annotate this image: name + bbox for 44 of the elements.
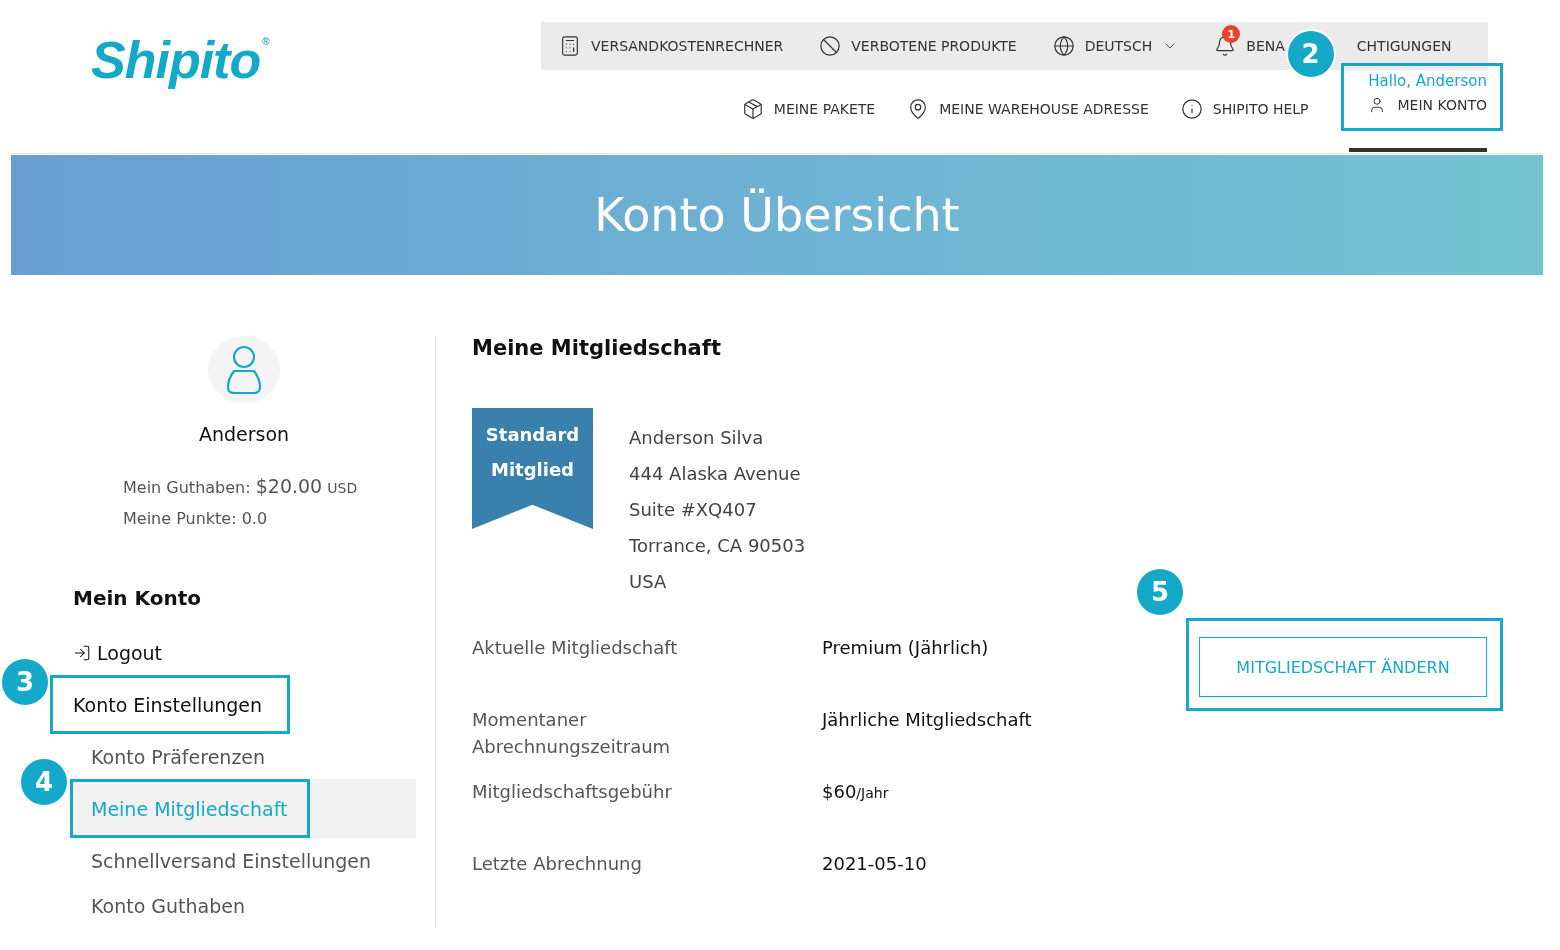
page-title: Konto Übersicht: [594, 188, 960, 242]
menu-item[interactable]: Logout: [50, 630, 163, 675]
address-line: Suite #XQ407: [629, 498, 758, 522]
address-line: Anderson Silva: [629, 426, 765, 450]
info-value: $60/Jahr: [822, 780, 890, 804]
notifications-link[interactable]: CHTIGUNGEN: [1356, 38, 1452, 54]
nav-link[interactable]: VERSANDKOSTENRECHNER: [559, 35, 784, 57]
globe-icon: [1052, 35, 1075, 57]
user-icon: [226, 344, 262, 395]
menu-item[interactable]: Konto Präferenzen: [70, 734, 266, 779]
section-heading: Meine Mitgliedschaft: [472, 336, 722, 360]
address-line: USA: [629, 570, 668, 594]
notifications-link[interactable]: BENA: [1246, 38, 1285, 54]
info-value: 2021-05-10: [822, 852, 928, 876]
calculator-icon: [559, 35, 581, 57]
menu-item[interactable]: Konto Guthaben: [70, 883, 245, 928]
callout-badge: 3: [0, 657, 50, 707]
points-text: Meine Punkte: 0.0: [123, 509, 269, 528]
info-value: Premium (Jährlich): [822, 636, 990, 660]
prohibited-icon: [819, 35, 842, 57]
info-icon: [1180, 98, 1203, 120]
callout-badge: 5: [1135, 567, 1185, 617]
info-label: Aktuelle Mitgliedschaft: [472, 636, 679, 660]
nav-link[interactable]: VERBOTENE PRODUKTE: [819, 35, 1017, 57]
logout-icon: [73, 643, 91, 662]
nav-link[interactable]: MEINE WAREHOUSE ADRESSE: [907, 98, 1149, 120]
menu-item[interactable]: Konto Einstellungen: [50, 675, 416, 734]
callout-badge: 4: [19, 757, 69, 807]
info-label: Letzte Abrechnung: [472, 852, 643, 876]
info-label: Mitgliedschaftsgebühr: [472, 780, 673, 804]
user-name: Anderson: [198, 423, 290, 445]
sidebar-heading: Mein Konto: [73, 586, 202, 610]
membership-ribbon: Standard Mitglied: [472, 408, 593, 529]
balance-text: Mein Guthaben: $20.00 USD: [123, 475, 359, 497]
address-line: 444 Alaska Avenue: [629, 462, 802, 486]
nav-link[interactable]: MEINE PAKETE: [741, 98, 876, 120]
language-dropdown[interactable]: DEUTSCH: [1052, 35, 1179, 57]
nav-link[interactable]: SHIPITO HELP: [1180, 98, 1309, 120]
menu-item[interactable]: Schnellversand Einstellungen: [70, 838, 372, 883]
info-value: Jährliche Mitgliedschaft: [822, 708, 1033, 732]
address-line: Torrance, CA 90503: [629, 534, 806, 558]
package-icon: [741, 98, 764, 120]
info-label: Momentaner Abrechnungszeitraum: [472, 708, 672, 759]
notification-badge: 1: [1222, 25, 1241, 43]
